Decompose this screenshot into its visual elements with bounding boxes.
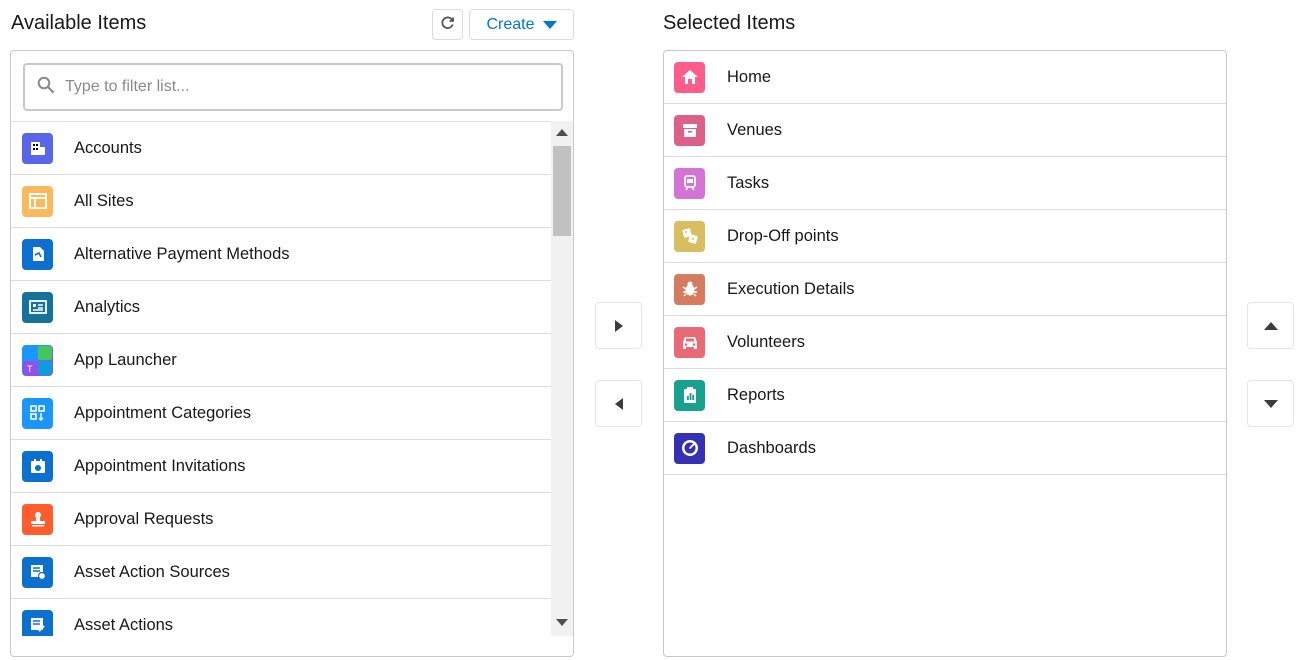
available-items-heading: Available Items xyxy=(11,12,147,34)
list-item-label: Appointment Categories xyxy=(74,403,252,422)
list-item-label: Execution Details xyxy=(727,279,855,298)
list-item[interactable]: Approval Requests xyxy=(11,493,551,546)
available-items-panel: Accounts All Sites Alternative Payment M… xyxy=(10,50,574,657)
list-item-label: All Sites xyxy=(74,191,134,210)
arrow-left-icon xyxy=(614,397,623,410)
refresh-icon xyxy=(440,14,456,35)
list-item[interactable]: Venues xyxy=(664,104,1226,157)
list-item[interactable]: Tasks xyxy=(664,157,1226,210)
list-item-label: Alternative Payment Methods xyxy=(74,244,290,263)
refresh-button[interactable] xyxy=(432,9,463,40)
list-item-label: Asset Action Sources xyxy=(74,562,230,581)
list-item[interactable]: All Sites xyxy=(11,175,551,228)
arrow-down-icon xyxy=(1263,399,1278,408)
list-item[interactable]: Appointment Invitations xyxy=(11,440,551,493)
list-item-label: Venues xyxy=(727,120,783,139)
app-launcher-icon: T xyxy=(22,344,53,376)
list-item[interactable]: Appointment Categories xyxy=(11,387,551,440)
chevron-down-icon xyxy=(542,20,557,29)
search-box[interactable] xyxy=(23,63,563,111)
list-item-label: Volunteers xyxy=(727,332,805,351)
available-items-list[interactable]: Accounts All Sites Alternative Payment M… xyxy=(11,121,551,636)
list-item[interactable]: Execution Details xyxy=(664,263,1226,316)
appointment-categories-icon xyxy=(22,397,53,429)
accounts-icon xyxy=(22,132,53,164)
list-item[interactable]: Home xyxy=(664,51,1226,104)
search-input[interactable] xyxy=(65,78,525,96)
analytics-icon xyxy=(22,291,53,323)
arrow-up-icon xyxy=(1263,321,1278,330)
venues-icon xyxy=(674,114,705,146)
selected-items-list[interactable]: Home Venues Tasks Drop-Off points Execut… xyxy=(664,51,1226,475)
list-item[interactable]: T App Launcher xyxy=(11,334,551,387)
car-icon xyxy=(674,326,705,358)
asset-action-source-icon xyxy=(22,556,53,588)
selected-items-heading: Selected Items xyxy=(663,12,796,34)
list-item-label: Appointment Invitations xyxy=(74,456,246,475)
appointment-invitations-icon xyxy=(22,450,53,482)
scroll-thumb[interactable] xyxy=(553,146,571,236)
list-item-label: Approval Requests xyxy=(74,509,214,528)
svg-text:T: T xyxy=(27,364,33,374)
scroll-down-arrow-icon[interactable] xyxy=(556,619,568,626)
all-sites-icon xyxy=(22,185,53,217)
list-item-label: Tasks xyxy=(727,173,770,192)
arrow-right-icon xyxy=(614,319,623,332)
scroll-up-arrow-icon[interactable] xyxy=(556,129,568,136)
payment-method-icon xyxy=(22,238,53,270)
list-item-label: Home xyxy=(727,67,772,86)
list-item[interactable]: Dashboards xyxy=(664,422,1226,475)
asset-action-icon xyxy=(22,609,53,636)
list-item[interactable]: Asset Actions xyxy=(11,599,551,636)
list-item-label: Reports xyxy=(727,385,785,404)
list-item[interactable]: Reports xyxy=(664,369,1226,422)
report-icon xyxy=(674,379,705,411)
tasks-icon xyxy=(674,167,705,199)
list-item[interactable]: Volunteers xyxy=(664,316,1226,369)
selected-items-panel: Home Venues Tasks Drop-Off points Execut… xyxy=(663,50,1227,657)
move-to-available-button[interactable] xyxy=(595,380,642,427)
list-item[interactable]: Drop-Off points xyxy=(664,210,1226,263)
list-item-label: Analytics xyxy=(74,297,141,316)
bug-icon xyxy=(674,273,705,305)
list-item[interactable]: Alternative Payment Methods xyxy=(11,228,551,281)
dashboard-icon xyxy=(674,432,705,464)
move-down-button[interactable] xyxy=(1247,380,1294,427)
list-item-label: App Launcher xyxy=(74,350,177,369)
list-item-label: Accounts xyxy=(74,138,142,157)
drop-off-icon xyxy=(674,220,705,252)
list-item-label: Dashboards xyxy=(727,438,816,457)
list-scrollbar[interactable] xyxy=(551,121,573,636)
approval-icon xyxy=(22,503,53,535)
list-item[interactable]: Analytics xyxy=(11,281,551,334)
create-button[interactable]: Create xyxy=(469,9,574,40)
list-item-label: Drop-Off points xyxy=(727,226,839,245)
move-up-button[interactable] xyxy=(1247,302,1294,349)
list-item[interactable]: Asset Action Sources xyxy=(11,546,551,599)
create-button-label: Create xyxy=(486,15,535,33)
home-icon xyxy=(674,61,705,93)
list-item[interactable]: Accounts xyxy=(11,122,551,175)
move-to-selected-button[interactable] xyxy=(595,302,642,349)
search-icon xyxy=(37,76,55,99)
list-item-label: Asset Actions xyxy=(74,615,174,634)
